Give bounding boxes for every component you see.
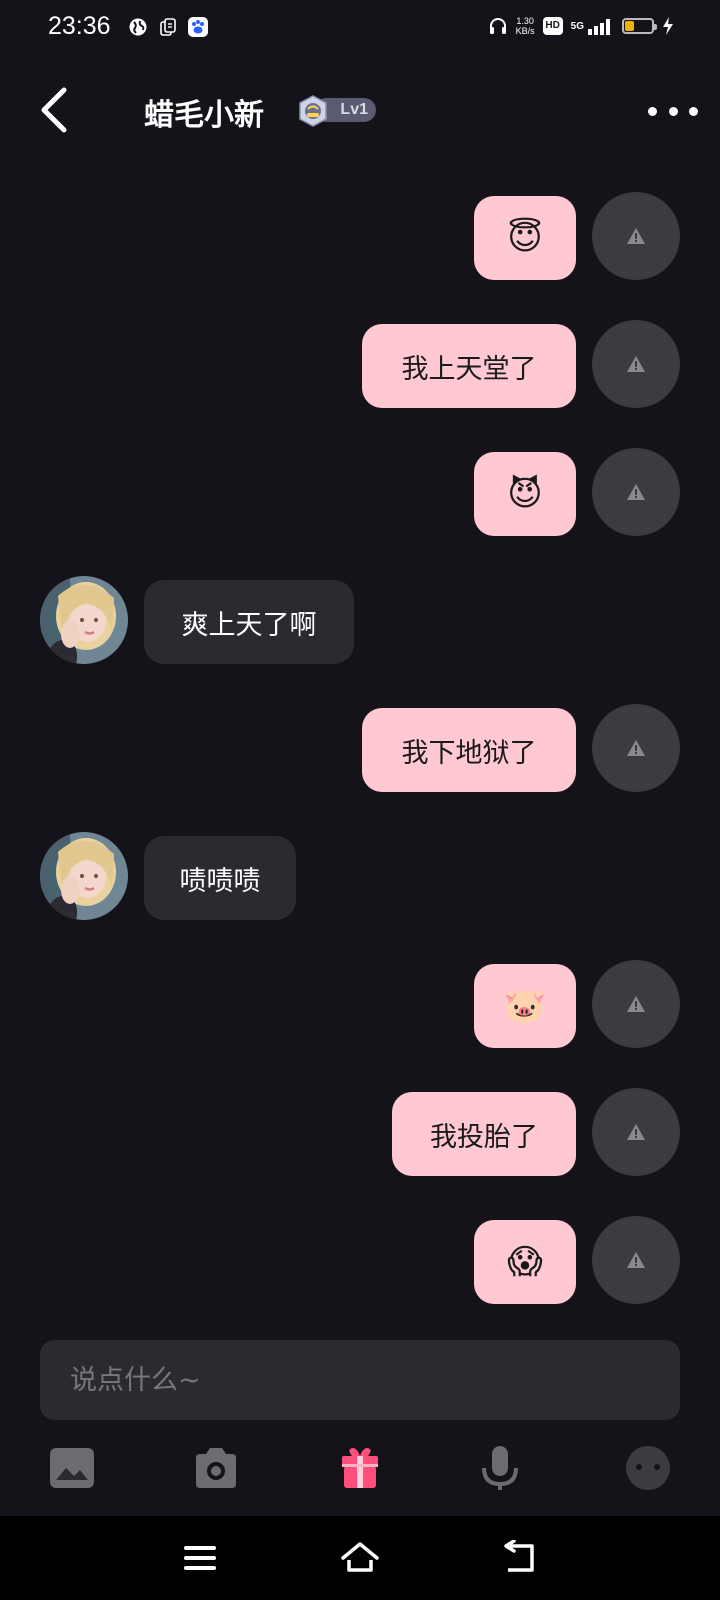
status-time: 23:36 [48, 12, 111, 40]
baidu-paw-icon [188, 17, 208, 37]
more-dot [648, 106, 657, 116]
warning-icon [627, 356, 645, 372]
network-speed-value: 1.30 [516, 16, 534, 26]
message-bubble-outgoing[interactable]: 我投胎了 [392, 1092, 576, 1176]
level-emblem-icon [299, 95, 327, 127]
message-text: 我下地狱了 [401, 737, 537, 769]
message-text: 我上天堂了 [401, 353, 537, 385]
warning-icon [627, 740, 645, 756]
my-avatar[interactable] [592, 704, 680, 792]
charging-icon [663, 17, 673, 35]
microphone-icon[interactable] [476, 1444, 524, 1492]
back-icon[interactable] [30, 84, 80, 136]
chat-header: 蜡毛小新 Lv1 [0, 70, 720, 154]
message-bubble-outgoing[interactable]: 😈 [474, 452, 576, 536]
message-row-outgoing: 😈 [0, 448, 720, 538]
message-input[interactable] [40, 1340, 680, 1420]
message-row-outgoing: 🐷 [0, 960, 720, 1050]
back-nav-icon[interactable] [500, 1540, 540, 1576]
message-bubble-outgoing[interactable]: 😇 [474, 196, 576, 280]
smiling-face-with-horns-icon: 😈 [507, 474, 543, 514]
network-speed-unit: KB/s [515, 26, 535, 36]
status-indicators: 1.30 KB/s HD 5G [488, 16, 674, 36]
chat-title[interactable]: 蜡毛小新 [144, 90, 264, 134]
message-row-outgoing: 😇 [0, 192, 720, 282]
signal-bars-icon [588, 19, 610, 35]
contact-photo [40, 832, 128, 920]
document-icon [160, 18, 176, 36]
warning-icon [627, 484, 645, 500]
my-avatar[interactable] [592, 192, 680, 280]
globe-icon [129, 18, 147, 36]
message-row-outgoing: 我上天堂了 [0, 320, 720, 410]
pig-face-icon: 🐷 [503, 986, 547, 1026]
my-avatar[interactable] [592, 1088, 680, 1176]
message-bubble-outgoing[interactable]: 😱 [474, 1220, 576, 1304]
more-dot [689, 106, 698, 116]
warning-icon [627, 996, 645, 1012]
chat-screen: 23:36 1.30 KB/s HD 5G 蜡毛小新 Lv1 😇 我上天堂了 😈… [0, 0, 720, 1600]
network-speed: 1.30 KB/s [516, 16, 535, 36]
my-avatar[interactable] [592, 960, 680, 1048]
message-bubble-outgoing[interactable]: 我下地狱了 [362, 708, 576, 792]
home-icon[interactable] [340, 1540, 380, 1576]
message-row-incoming: 啧啧啧 [0, 832, 720, 922]
warning-icon [627, 1252, 645, 1268]
warning-icon [627, 1124, 645, 1140]
contact-avatar[interactable] [40, 576, 128, 664]
message-text: 我投胎了 [430, 1121, 538, 1153]
emoji-icon[interactable] [624, 1444, 672, 1492]
status-bar: 23:36 1.30 KB/s HD 5G [0, 0, 720, 56]
warning-icon [627, 228, 645, 244]
battery-icon [622, 18, 657, 34]
message-text: 爽上天了啊 [181, 609, 317, 641]
message-row-outgoing: 我投胎了 [0, 1088, 720, 1178]
hd-badge: HD [542, 17, 563, 35]
message-text: 啧啧啧 [179, 865, 261, 897]
message-row-incoming: 爽上天了啊 [0, 576, 720, 666]
battery-level [625, 21, 634, 31]
smiling-face-with-halo-icon: 😇 [507, 218, 543, 258]
more-dot [668, 106, 678, 116]
message-row-outgoing: 😱 [0, 1216, 720, 1306]
gift-icon[interactable] [336, 1444, 384, 1492]
message-row-outgoing: 我下地狱了 [0, 704, 720, 794]
more-options-button[interactable] [648, 98, 698, 124]
headphones-icon [489, 18, 506, 34]
my-avatar[interactable] [592, 1216, 680, 1304]
my-avatar[interactable] [592, 320, 680, 408]
message-bubble-outgoing[interactable]: 我上天堂了 [362, 324, 576, 408]
notification-icons [128, 17, 208, 37]
message-bubble-incoming[interactable]: 爽上天了啊 [144, 580, 354, 664]
menu-icon[interactable] [180, 1540, 220, 1576]
chat-toolbar [0, 1444, 720, 1494]
message-bubble-outgoing[interactable]: 🐷 [474, 964, 576, 1048]
image-icon[interactable] [48, 1444, 96, 1492]
my-avatar[interactable] [592, 448, 680, 536]
system-navigation-bar [0, 1516, 720, 1600]
face-screaming-in-fear-icon: 😱 [507, 1242, 543, 1282]
contact-avatar[interactable] [40, 832, 128, 920]
level-badge[interactable]: Lv1 [296, 94, 376, 127]
message-bubble-incoming[interactable]: 啧啧啧 [144, 836, 296, 920]
camera-icon[interactable] [192, 1444, 240, 1492]
contact-photo [40, 576, 128, 664]
network-type: 5G [570, 20, 584, 32]
